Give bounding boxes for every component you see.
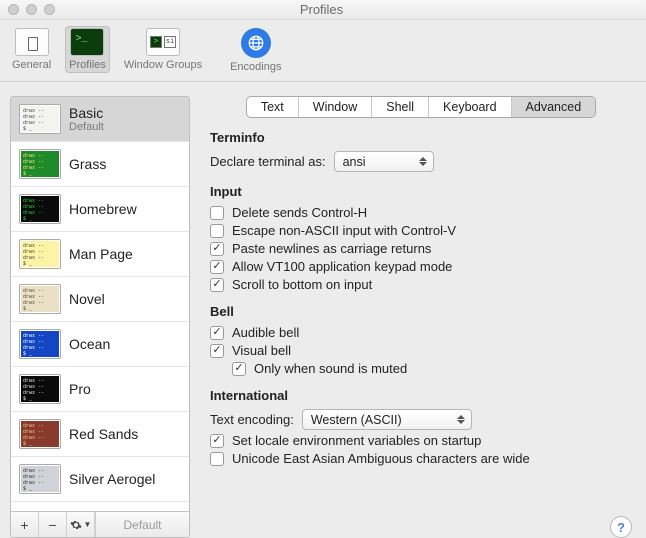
profile-row[interactable]: drwx --drwx --drwx --$ _ Red Sands	[11, 412, 189, 457]
tab-encodings[interactable]: Encodings	[226, 26, 285, 75]
body: drwx --drwx --drwx --$ _BasicDefaultdrwx…	[0, 82, 646, 538]
window-title: Profiles	[55, 2, 588, 17]
only-muted-label: Only when sound is muted	[254, 361, 407, 376]
add-profile-button[interactable]: +	[11, 512, 39, 537]
vt100-checkbox[interactable]	[210, 260, 224, 274]
advanced-form: Terminfo Declare terminal as: ansi Input…	[206, 118, 636, 469]
visual-bell-checkbox[interactable]	[210, 344, 224, 358]
only-muted-checkbox[interactable]	[232, 362, 246, 376]
east-asian-checkbox[interactable]	[210, 452, 224, 466]
profile-thumbnail: drwx --drwx --drwx --$ _	[19, 419, 61, 449]
profile-name: Basic	[69, 105, 104, 121]
profile-name: Red Sands	[69, 426, 138, 442]
vt100-label: Allow VT100 application keypad mode	[232, 259, 452, 274]
tab-profiles[interactable]: Profiles	[65, 26, 110, 73]
remove-profile-button[interactable]: −	[39, 512, 67, 537]
profiles-panel: drwx --drwx --drwx --$ _BasicDefaultdrwx…	[10, 96, 190, 538]
help-button[interactable]: ?	[610, 516, 632, 538]
input-heading: Input	[210, 184, 628, 199]
tab-encodings-label: Encodings	[230, 61, 281, 73]
international-heading: International	[210, 388, 628, 403]
tab-window[interactable]: Window	[299, 97, 372, 117]
escape-nonascii-label: Escape non-ASCII input with Control-V	[232, 223, 456, 238]
chevron-down-icon: ▼	[84, 520, 92, 529]
profile-actions-menu[interactable]: ▼	[67, 512, 95, 537]
zoom-window-icon[interactable]	[44, 4, 55, 15]
profiles-list[interactable]: drwx --drwx --drwx --$ _BasicDefaultdrwx…	[11, 97, 189, 511]
delete-ctrlh-label: Delete sends Control-H	[232, 205, 367, 220]
gear-icon	[70, 519, 82, 531]
minimize-window-icon[interactable]	[26, 4, 37, 15]
tab-general-label: General	[12, 59, 51, 71]
profile-row[interactable]: drwx --drwx --drwx --$ _ Silver Aerogel	[11, 457, 189, 502]
profile-thumbnail: drwx --drwx --drwx --$ _	[19, 284, 61, 314]
visual-bell-label: Visual bell	[232, 343, 291, 358]
encodings-icon	[241, 28, 271, 58]
set-locale-checkbox[interactable]	[210, 434, 224, 448]
set-default-button[interactable]: Default	[95, 512, 189, 537]
scroll-bottom-checkbox[interactable]	[210, 278, 224, 292]
profile-name: Pro	[69, 381, 91, 397]
text-encoding-value: Western (ASCII)	[311, 413, 402, 427]
declare-terminal-label: Declare terminal as:	[210, 154, 326, 169]
profile-name: Silver Aerogel	[69, 471, 155, 487]
traffic-lights	[8, 4, 55, 15]
close-window-icon[interactable]	[8, 4, 19, 15]
toolbar: General Profiles >si Window Groups Encod…	[0, 20, 646, 82]
declare-terminal-select[interactable]: ansi	[334, 151, 434, 172]
tab-window-groups-label: Window Groups	[124, 59, 202, 71]
profiles-icon	[70, 28, 104, 56]
terminfo-heading: Terminfo	[210, 130, 628, 145]
tab-shell[interactable]: Shell	[372, 97, 429, 117]
profile-row[interactable]: drwx --drwx --drwx --$ _ BasicDefault	[11, 97, 189, 142]
profile-thumbnail: drwx --drwx --drwx --$ _	[19, 329, 61, 359]
audible-bell-label: Audible bell	[232, 325, 299, 340]
audible-bell-checkbox[interactable]	[210, 326, 224, 340]
profile-subtitle: Default	[69, 121, 104, 134]
profile-row[interactable]: drwx --drwx --drwx --$ _ Novel	[11, 277, 189, 322]
settings-panel: Text Window Shell Keyboard Advanced Term…	[206, 96, 636, 538]
profile-row[interactable]: drwx --drwx --drwx --$ _ Grass	[11, 142, 189, 187]
profile-name: Novel	[69, 291, 105, 307]
declare-terminal-value: ansi	[343, 155, 366, 169]
profile-name: Homebrew	[69, 201, 137, 217]
profile-row[interactable]: drwx --drwx --drwx --$ _ Pro	[11, 367, 189, 412]
profile-thumbnail: drwx --drwx --drwx --$ _	[19, 239, 61, 269]
text-encoding-select[interactable]: Western (ASCII)	[302, 409, 472, 430]
profiles-footer: + − ▼ Default	[11, 511, 189, 537]
scroll-bottom-label: Scroll to bottom on input	[232, 277, 372, 292]
profile-name: Man Page	[69, 246, 133, 262]
tab-keyboard[interactable]: Keyboard	[429, 97, 512, 117]
profile-thumbnail: drwx --drwx --drwx --$ _	[19, 194, 61, 224]
tab-window-groups[interactable]: >si Window Groups	[120, 26, 206, 73]
profile-name: Ocean	[69, 336, 110, 352]
bell-heading: Bell	[210, 304, 628, 319]
set-locale-label: Set locale environment variables on star…	[232, 433, 481, 448]
profile-row[interactable]: drwx --drwx --drwx --$ _ Homebrew	[11, 187, 189, 232]
profile-row[interactable]: drwx --drwx --drwx --$ _ Ocean	[11, 322, 189, 367]
paste-cr-checkbox[interactable]	[210, 242, 224, 256]
escape-nonascii-checkbox[interactable]	[210, 224, 224, 238]
profile-name: Grass	[69, 156, 106, 172]
titlebar: Profiles	[0, 0, 646, 20]
tab-advanced[interactable]: Advanced	[512, 97, 596, 117]
tab-text[interactable]: Text	[247, 97, 299, 117]
tab-general[interactable]: General	[8, 26, 55, 73]
paste-cr-label: Paste newlines as carriage returns	[232, 241, 431, 256]
profile-thumbnail: drwx --drwx --drwx --$ _	[19, 374, 61, 404]
profile-thumbnail: drwx --drwx --drwx --$ _	[19, 464, 61, 494]
profile-tabs: Text Window Shell Keyboard Advanced	[246, 96, 596, 118]
text-encoding-label: Text encoding:	[210, 412, 294, 427]
profile-row[interactable]: drwx --drwx --drwx --$ _ Man Page	[11, 232, 189, 277]
profile-thumbnail: drwx --drwx --drwx --$ _	[19, 149, 61, 179]
delete-ctrlh-checkbox[interactable]	[210, 206, 224, 220]
east-asian-label: Unicode East Asian Ambiguous characters …	[232, 451, 530, 466]
window-groups-icon: >si	[146, 28, 180, 56]
profile-thumbnail: drwx --drwx --drwx --$ _	[19, 104, 61, 134]
general-icon	[15, 28, 49, 56]
tab-profiles-label: Profiles	[69, 59, 106, 71]
